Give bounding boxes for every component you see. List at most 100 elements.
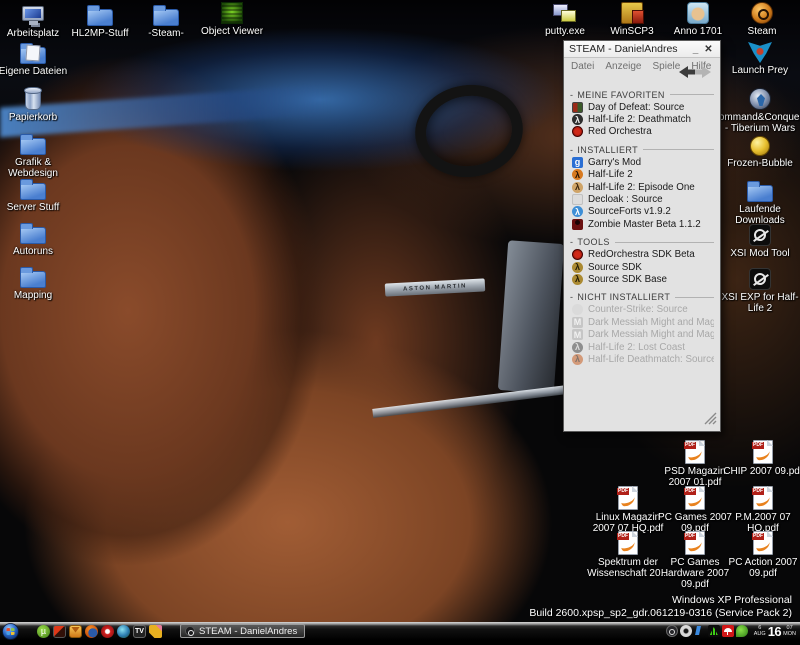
game-row[interactable]: RedOrchestra SDK Beta bbox=[570, 249, 714, 261]
game-label: SourceForts v1.9.2 bbox=[588, 206, 671, 217]
tray-clock[interactable]: 6 AUG 16 07 MON bbox=[754, 625, 796, 638]
resize-grip[interactable] bbox=[704, 412, 717, 428]
desktop-icon-eigene-dateien[interactable]: Eigene Dateien bbox=[0, 40, 75, 77]
game-row[interactable]: λ Half-Life 2: Lost Coast bbox=[570, 341, 714, 353]
shield-update-tray-icon[interactable] bbox=[736, 625, 748, 637]
folder-icon bbox=[87, 9, 113, 26]
frozen-bubble-icon bbox=[750, 136, 770, 156]
game-row[interactable]: Day of Defeat: Source bbox=[570, 101, 714, 113]
game-row[interactable]: Counter-Strike: Source bbox=[570, 304, 714, 316]
desktop-icon-xsi-exp-hl2[interactable]: XSI EXP for Half-Life 2 bbox=[718, 268, 800, 314]
desktop-icon-frozen-bubble[interactable]: Frozen-Bubble bbox=[718, 136, 800, 169]
desktop-icon-launch-prey[interactable]: Launch Prey bbox=[718, 42, 800, 76]
collapse-icon[interactable]: - bbox=[570, 90, 573, 100]
desktop-icon-mapping[interactable]: Mapping bbox=[0, 264, 75, 301]
section-header-label: MEINE FAVORITEN bbox=[577, 90, 664, 100]
desktop-icon-pc-action[interactable]: PDF PC Action 2007 09.pdf bbox=[721, 531, 800, 579]
desktop-icon-label: CHIP 2007 09.pdf bbox=[723, 466, 800, 477]
section-installiert: - INSTALLIERT g Garry's Mod λ Half-Life … bbox=[570, 143, 714, 230]
game-row[interactable]: λ Half-Life 2: Deathmatch bbox=[570, 113, 714, 125]
game-row[interactable]: λ Half-Life 2: Episode One bbox=[570, 181, 714, 193]
game-row[interactable]: λ Half-Life Deathmatch: Source bbox=[570, 353, 714, 365]
clock-hour: 16 bbox=[768, 625, 781, 638]
folder-icon bbox=[747, 185, 773, 202]
my-computer-icon bbox=[22, 6, 44, 21]
steam-window-titlebar[interactable]: STEAM - DanielAndres _ ✕ bbox=[564, 41, 720, 58]
player-icon[interactable] bbox=[101, 625, 114, 638]
desktop-icon-papierkorb[interactable]: Papierkorb bbox=[0, 86, 75, 123]
section-header[interactable]: - INSTALLIERT bbox=[570, 143, 714, 156]
os-version-text: Windows XP Professional Build 2600.xpsp_… bbox=[529, 594, 792, 620]
hl2-episode-one-icon: λ bbox=[572, 182, 583, 193]
pen-icon[interactable] bbox=[149, 625, 162, 638]
razer-tray-icon[interactable] bbox=[708, 625, 720, 637]
game-row[interactable]: λ Half-Life 2 bbox=[570, 169, 714, 181]
globe-icon[interactable] bbox=[117, 625, 130, 638]
xsi-icon bbox=[749, 224, 771, 246]
putty-icon bbox=[553, 2, 577, 24]
pdf-tag: PDF bbox=[617, 488, 629, 495]
desktop-icon-label: Launch Prey bbox=[732, 65, 788, 76]
desktop-icon-grafik-webdesign[interactable]: Grafik & Webdesign bbox=[0, 131, 75, 179]
minimize-button[interactable]: _ bbox=[689, 44, 702, 55]
os-version-line2: Build 2600.xpsp_sp2_gdr.061219-0316 (Ser… bbox=[529, 607, 792, 620]
section-divider bbox=[670, 94, 714, 95]
start-button[interactable] bbox=[2, 623, 19, 640]
desktop-icon-server-stuff[interactable]: Server Stuff bbox=[0, 176, 75, 213]
mail-icon[interactable] bbox=[69, 625, 82, 638]
pdf-swoosh bbox=[687, 448, 702, 460]
utorrent-icon[interactable]: µ bbox=[37, 625, 50, 638]
pdf-swoosh bbox=[687, 539, 702, 551]
game-row[interactable]: λ SourceForts v1.9.2 bbox=[570, 206, 714, 218]
close-button[interactable]: ✕ bbox=[702, 44, 715, 55]
game-row[interactable]: g Garry's Mod bbox=[570, 156, 714, 168]
collapse-icon[interactable]: - bbox=[570, 145, 573, 155]
desktop-icon-label: HL2MP-Stuff bbox=[71, 28, 128, 39]
game-row[interactable]: λ Source SDK bbox=[570, 261, 714, 273]
back-arrow-icon[interactable] bbox=[679, 66, 695, 78]
nav-back-forward bbox=[678, 65, 712, 82]
blue-util-tray-icon[interactable] bbox=[694, 625, 706, 637]
ring-app-tray-icon[interactable] bbox=[680, 625, 692, 637]
folder-icon bbox=[20, 227, 46, 244]
desktop-icon-pm[interactable]: PDF P.M.2007 07 HQ.pdf bbox=[721, 486, 800, 534]
dark-messiah-mp-icon: M bbox=[572, 317, 583, 328]
prey-bird-icon bbox=[748, 42, 772, 63]
menu-anzeige[interactable]: Anzeige bbox=[605, 61, 641, 72]
section-header-label: NICHT INSTALLIERT bbox=[577, 292, 670, 302]
winscp-icon bbox=[621, 2, 643, 24]
menu-spiele[interactable]: Spiele bbox=[653, 61, 681, 72]
pdf-icon: PDF bbox=[618, 531, 638, 555]
desktop-icon-label: Server Stuff bbox=[7, 202, 60, 213]
taskbar-button-steam[interactable]: STEAM - DanielAndres bbox=[180, 624, 305, 638]
desktop-icon-autoruns[interactable]: Autoruns bbox=[0, 220, 75, 257]
desktop-icon-steam[interactable]: Steam bbox=[720, 2, 800, 37]
avira-tray-icon[interactable] bbox=[722, 625, 734, 637]
game-row[interactable]: Zombie Master Beta 1.1.2 bbox=[570, 218, 714, 230]
section-header[interactable]: - TOOLS bbox=[570, 236, 714, 249]
steam-tray-icon bbox=[185, 626, 195, 636]
section-header[interactable]: - MEINE FAVORITEN bbox=[570, 88, 714, 101]
collapse-icon[interactable]: - bbox=[570, 292, 573, 302]
desktop-icon-cnc3[interactable]: Command&Conquer3 - Tiberium Wars bbox=[718, 88, 800, 134]
desktop-icon-xsi-mod-tool[interactable]: XSI Mod Tool bbox=[718, 224, 800, 259]
desktop-icon-chip[interactable]: PDF CHIP 2007 09.pdf bbox=[721, 440, 800, 477]
game-row[interactable]: M Dark Messiah Might and Magic Single Pl… bbox=[570, 328, 714, 340]
collapse-icon[interactable]: - bbox=[570, 237, 573, 247]
desktop-icon-object-viewer[interactable]: Object Viewer bbox=[190, 2, 274, 37]
game-row[interactable]: Red Orchestra bbox=[570, 126, 714, 138]
steam-tray-icon[interactable] bbox=[666, 625, 678, 637]
section-header[interactable]: - NICHT INSTALLIERT bbox=[570, 291, 714, 304]
game-row[interactable]: Decloak : Source bbox=[570, 193, 714, 205]
desktop-icon-laufende-downloads[interactable]: Laufende Downloads bbox=[718, 178, 800, 226]
media-app-icon[interactable] bbox=[53, 625, 66, 638]
firefox-icon[interactable] bbox=[85, 625, 98, 638]
pdf-icon: PDF bbox=[685, 531, 705, 555]
game-row[interactable]: λ Source SDK Base bbox=[570, 273, 714, 285]
pdf-swoosh bbox=[620, 539, 635, 551]
forward-arrow-icon[interactable] bbox=[695, 66, 711, 78]
tv-app-icon[interactable]: TV bbox=[133, 625, 146, 638]
game-label: Half-Life 2: Episode One bbox=[588, 182, 695, 193]
menu-datei[interactable]: Datei bbox=[571, 61, 594, 72]
game-row[interactable]: M Dark Messiah Might and Magic Multi-Pla… bbox=[570, 316, 714, 328]
